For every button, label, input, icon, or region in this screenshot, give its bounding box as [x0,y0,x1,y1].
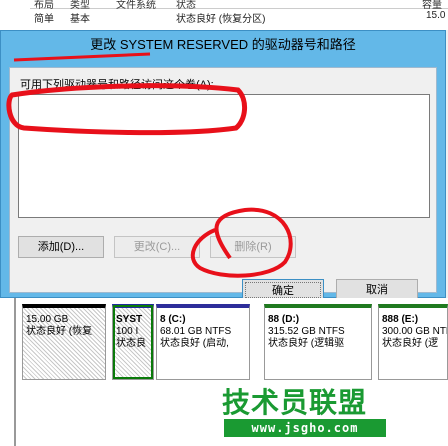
partition-d[interactable]: 88 (D:) 315.52 GB NTFS 状态良好 (逻辑驱 [264,304,372,380]
cell-capacity: 15.0 [426,10,446,21]
cell-type: 基本 [70,14,90,25]
change-button[interactable]: 更改(C)... [114,236,200,258]
site-logo-text: 技术员联盟 [222,386,368,419]
cell-layout: 简单 [34,14,54,25]
remove-button-label: 删除(R) [234,241,272,253]
dialog-body: 可用下列驱动器号和路径访问这个卷(A): 添加(D)... 更改(C)... 删… [9,67,437,301]
table-row[interactable]: 简单 基本 状态良好 (恢复分区) 15.0 [30,10,448,25]
add-button[interactable]: 添加(D)... [18,236,104,258]
add-button-label: 添加(D)... [37,241,85,253]
ok-button-label: 确定 [272,285,294,297]
partition-system-reserved[interactable]: SYST 100 I 状态良 [112,304,154,380]
remove-button[interactable]: 删除(R) [210,236,296,258]
partition-c[interactable]: 8 (C:) 68.01 GB NTFS 状态良好 (启动, [156,304,250,380]
change-drive-letter-dialog: 更改 SYSTEM RESERVED 的驱动器号和路径 可用下列驱动器号和路径访… [0,30,446,301]
dialog-title[interactable]: 更改 SYSTEM RESERVED 的驱动器号和路径 [1,31,445,59]
table-header: 布局 类型 文件系统 状态 容量 [30,0,448,11]
partition-table: 布局 类型 文件系统 状态 容量 简单 基本 状态良好 (恢复分区) 15.0 [0,0,448,30]
access-label: 可用下列驱动器号和路径访问这个卷(A): [20,79,214,91]
partition-e[interactable]: 888 (E:) 300.00 GB NTFS 状态良好 (逻 [378,304,448,380]
cancel-button-label: 取消 [366,284,388,296]
change-button-label: 更改(C)... [133,241,181,253]
partition-recovery[interactable]: 15.00 GB 状态良好 (恢复 [22,304,106,380]
site-url-badge: www.jsgho.com [224,419,386,437]
drive-path-list[interactable] [18,94,430,218]
cell-status: 状态良好 (恢复分区) [176,14,266,25]
